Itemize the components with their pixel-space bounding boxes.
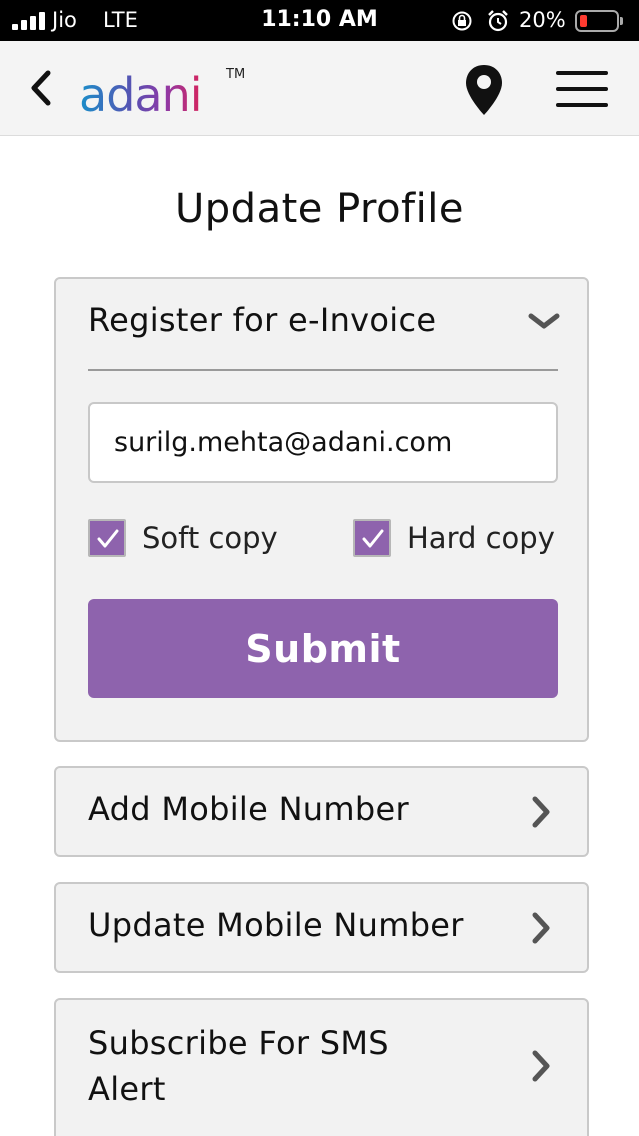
logo-text: adani xyxy=(79,68,203,122)
update-mobile-number-label: Update Mobile Number xyxy=(88,906,464,944)
update-mobile-number-item[interactable]: Update Mobile Number xyxy=(54,882,589,973)
status-bar: Jio LTE 11:10 AM 20% xyxy=(0,0,639,41)
adani-logo: adani TM xyxy=(79,65,245,125)
soft-copy-checkbox[interactable] xyxy=(88,519,126,557)
checkmark-icon xyxy=(362,529,384,548)
battery-icon xyxy=(575,10,623,32)
einvoice-card-title[interactable]: Register for e-Invoice xyxy=(88,301,436,339)
subscribe-sms-alert-item[interactable]: Subscribe For SMS Alert xyxy=(54,998,589,1136)
chevron-right-icon xyxy=(532,1050,550,1082)
hard-copy-checkbox[interactable] xyxy=(353,519,391,557)
chevron-right-icon xyxy=(532,796,550,828)
chevron-right-icon xyxy=(532,912,550,944)
page-title: Update Profile xyxy=(175,186,464,232)
battery-percentage: 20% xyxy=(519,8,566,32)
add-mobile-number-label: Add Mobile Number xyxy=(88,790,409,828)
trademark-symbol: TM xyxy=(226,67,246,82)
divider xyxy=(88,369,558,371)
einvoice-card: Register for e-Invoice Soft copy Hard co… xyxy=(54,277,589,742)
chevron-down-icon[interactable] xyxy=(528,311,560,333)
location-pin-icon[interactable] xyxy=(464,63,504,117)
rotation-lock-icon xyxy=(452,11,472,31)
subscribe-sms-alert-label: Subscribe For SMS Alert xyxy=(88,1024,389,1108)
back-icon[interactable] xyxy=(26,67,56,109)
alarm-icon xyxy=(488,10,508,32)
soft-copy-label: Soft copy xyxy=(142,521,278,555)
menu-icon[interactable] xyxy=(556,71,608,107)
checkmark-icon xyxy=(97,529,119,548)
app-header: adani TM xyxy=(0,41,639,136)
hard-copy-label: Hard copy xyxy=(407,521,555,555)
submit-button[interactable]: Submit xyxy=(88,599,558,698)
email-field[interactable] xyxy=(88,402,558,483)
add-mobile-number-item[interactable]: Add Mobile Number xyxy=(54,766,589,857)
